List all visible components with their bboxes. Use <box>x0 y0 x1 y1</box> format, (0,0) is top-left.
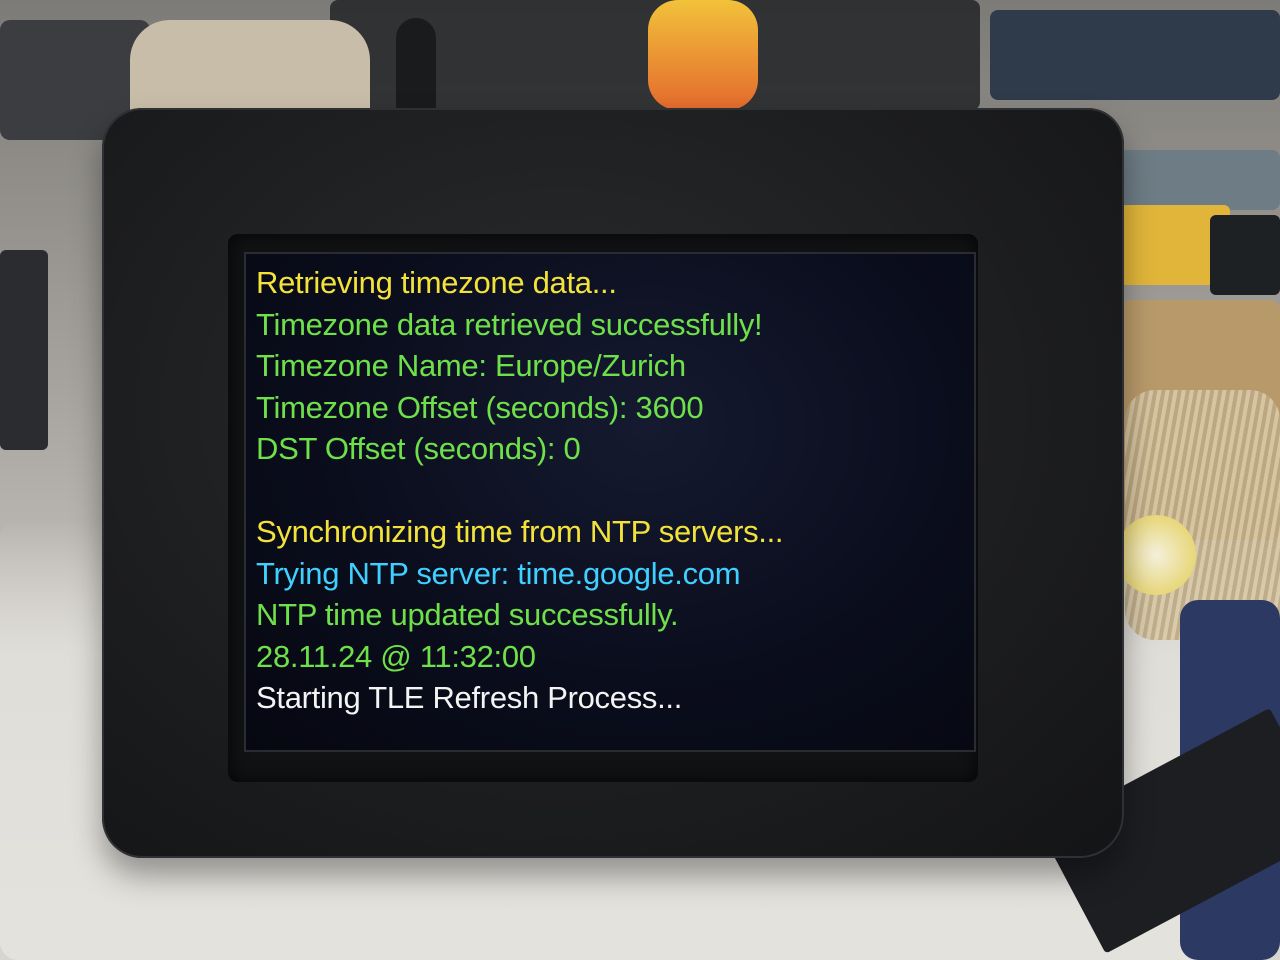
background-box <box>990 10 1280 100</box>
background-bottle <box>648 0 758 110</box>
log-line: Trying NTP server: time.google.com <box>256 555 741 591</box>
background-cable <box>1100 150 1280 210</box>
log-line-blank <box>256 470 968 512</box>
log-line: Timezone data retrieved successfully! <box>256 306 763 342</box>
log-line: DST Offset (seconds): 0 <box>256 431 581 466</box>
log-line: Timezone Offset (seconds): 3600 <box>256 389 704 425</box>
log-line: 28.11.24 @ 11:32:00 <box>256 638 536 674</box>
background-object-left <box>0 250 48 450</box>
log-line: Timezone Name: Europe/Zurich <box>256 348 686 383</box>
log-line: Retrieving timezone data... <box>256 265 617 300</box>
log-line: NTP time updated successfully. <box>256 597 679 632</box>
log-output: Retrieving timezone data... Timezone dat… <box>256 262 968 719</box>
background-dark-object <box>1210 215 1280 295</box>
lcd-screen: Retrieving timezone data... Timezone dat… <box>244 252 976 752</box>
background-sticker <box>1116 515 1196 595</box>
photo-scene: Retrieving timezone data... Timezone dat… <box>0 0 1280 960</box>
log-line: Synchronizing time from NTP servers... <box>256 514 784 549</box>
log-line: Starting TLE Refresh Process... <box>256 680 683 715</box>
